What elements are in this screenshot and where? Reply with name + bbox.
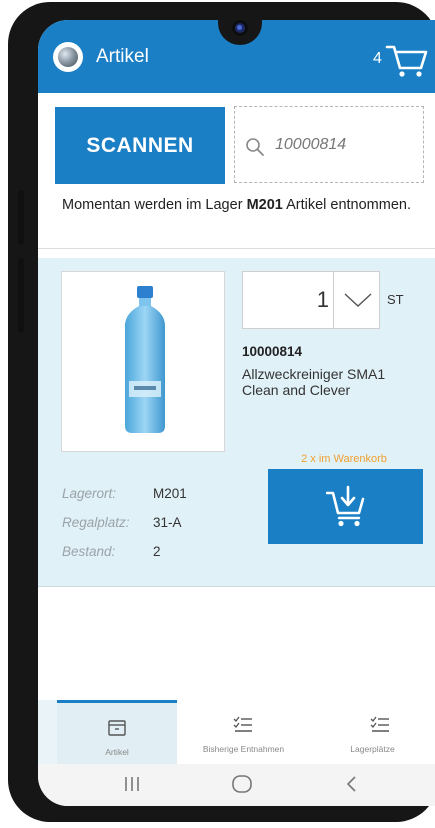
app-logo-icon — [53, 42, 83, 72]
divider — [38, 248, 435, 249]
meta-key: Bestand: — [62, 544, 116, 559]
page-title: Artikel — [96, 46, 149, 67]
info-warehouse: M201 — [246, 197, 283, 213]
meta-value: 31-A — [153, 515, 182, 530]
tab-bisherige-entnahmen[interactable]: Bisherige Entnahmen — [177, 700, 310, 764]
search-input[interactable]: 10000814 — [234, 106, 424, 183]
tab-lagerplaetze[interactable]: Lagerplätze — [310, 700, 435, 764]
phone-side-button — [18, 190, 24, 245]
search-value: 10000814 — [275, 136, 347, 153]
quantity-divider — [333, 272, 334, 328]
in-cart-notice: 2 x im Warenkorb — [301, 453, 387, 465]
tab-label: Lagerplätze — [350, 744, 395, 754]
shopping-cart-icon[interactable] — [385, 43, 429, 79]
tab-label: Artikel — [105, 747, 129, 757]
checklist-icon — [233, 716, 252, 732]
app-screen: Artikel 4 SCANNEN 10000814 Momentan werd… — [38, 20, 435, 806]
meta-value: M201 — [153, 486, 187, 501]
archive-box-icon — [108, 720, 126, 736]
bottom-tab-bar: Artikel Bisherige Entnahmen Lagerplätze — [38, 700, 435, 764]
chevron-down-icon[interactable] — [343, 292, 373, 308]
phone-side-button — [18, 258, 24, 333]
article-name: Allzweckreiniger SMA1 Clean and Clever — [242, 366, 386, 398]
cart-count-badge: 4 — [373, 50, 382, 67]
article-number: 10000814 — [242, 344, 303, 359]
add-to-cart-button[interactable] — [268, 469, 423, 544]
camera-lens — [232, 20, 248, 36]
meta-key: Regalplatz: — [62, 515, 130, 530]
tab-artikel[interactable]: Artikel — [57, 700, 177, 764]
recent-apps-icon[interactable] — [119, 772, 145, 796]
warehouse-info-text: Momentan werden im Lager M201 Artikel en… — [38, 197, 435, 213]
system-navigation-bar — [38, 764, 435, 806]
quantity-selector[interactable]: 1 — [242, 271, 380, 329]
back-icon[interactable] — [339, 772, 365, 796]
unit-label: ST — [387, 292, 404, 307]
cleaner-bottle-image — [124, 286, 166, 433]
meta-value: 2 — [153, 544, 161, 559]
tab-label: Bisherige Entnahmen — [202, 744, 285, 754]
product-card: 1 ST 10000814 Allzweckreiniger SMA1 Clea… — [38, 258, 435, 587]
search-icon — [246, 138, 264, 156]
add-to-cart-icon — [326, 485, 365, 527]
meta-key: Lagerort: — [62, 486, 117, 501]
home-icon[interactable] — [229, 772, 255, 796]
checklist-icon — [370, 716, 389, 732]
scan-button[interactable]: SCANNEN — [55, 107, 225, 184]
info-prefix: Momentan werden im Lager — [61, 197, 247, 213]
quantity-value: 1 — [316, 287, 329, 312]
product-image — [61, 271, 225, 452]
info-suffix: Artikel entnommen. — [282, 197, 411, 213]
